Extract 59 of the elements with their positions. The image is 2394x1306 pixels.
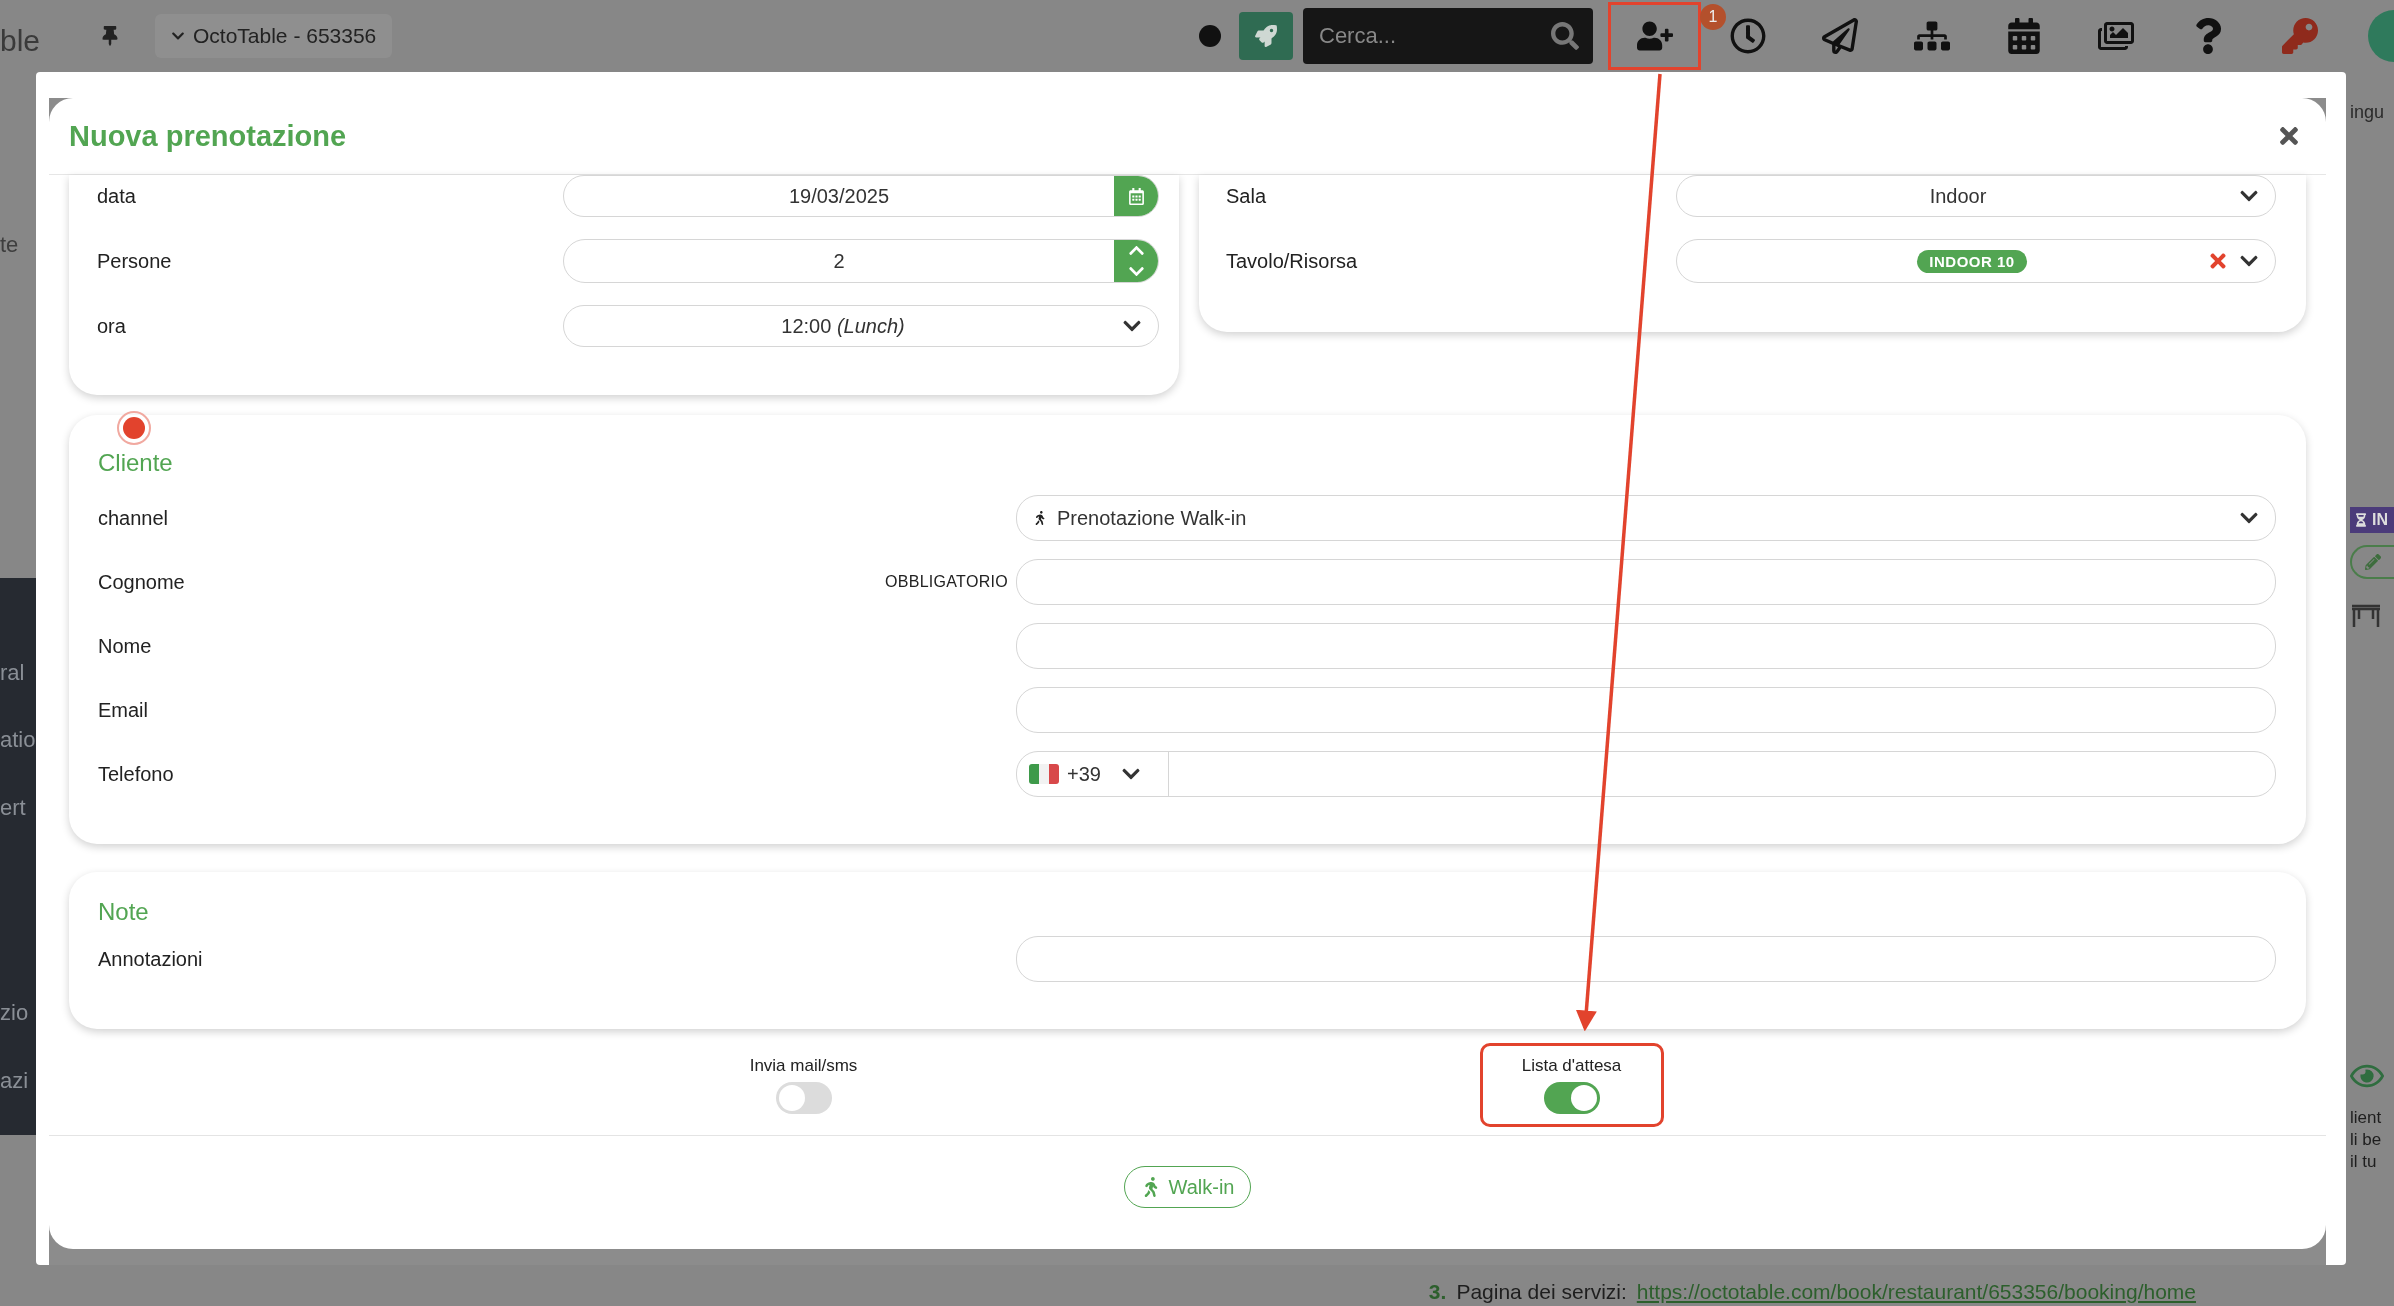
flag-icon <box>1029 764 1059 784</box>
field-label: Telefono <box>98 762 175 786</box>
input-field[interactable] <box>1016 623 2276 669</box>
calendar-icon <box>2006 18 2042 54</box>
restaurant-selector[interactable]: OctoTable - 653356 <box>155 14 393 58</box>
toggle-label: Lista d'attesa <box>1521 1056 1622 1076</box>
select-field[interactable]: Prenotazione Walk-in <box>1016 495 2276 541</box>
input-field[interactable] <box>1016 936 2276 982</box>
field-label: data <box>97 184 137 208</box>
field-label: ora <box>97 314 127 338</box>
field-label: Annotazioni <box>98 947 204 971</box>
paper-plane-icon <box>1822 18 1858 54</box>
list-number: 3. <box>1428 1280 1447 1304</box>
table-tag: INDOOR 10 <box>1917 249 2027 273</box>
section-title: Cliente <box>98 449 174 477</box>
pencil-icon <box>2365 554 2381 570</box>
section-title: Note <box>98 898 150 926</box>
field-label: Tavolo/Risorsa <box>1226 249 1359 273</box>
rocket-button[interactable] <box>1239 12 1293 60</box>
field-label: Persone <box>97 249 173 273</box>
search-field[interactable]: Cerca... <box>1303 8 1593 64</box>
country-code-select[interactable]: +39 <box>1017 752 1169 796</box>
record-indicator <box>117 411 151 445</box>
search-icon[interactable] <box>1551 22 1579 50</box>
field-label: Cognome <box>98 570 186 594</box>
panel-text: il tu <box>2350 1151 2378 1173</box>
walking-icon <box>1033 511 1047 525</box>
panel-heading: ingu <box>2350 102 2386 124</box>
rocket-icon <box>1255 25 1277 47</box>
clock-icon <box>1730 18 1766 54</box>
app-title: ble <box>0 24 42 58</box>
key-icon <box>2282 18 2318 54</box>
hourglass-icon <box>2356 513 2366 527</box>
field-label: channel <box>98 506 170 530</box>
calendar-button[interactable] <box>1114 176 1158 216</box>
clear-icon[interactable] <box>2207 250 2229 272</box>
input-field[interactable] <box>1016 687 2276 733</box>
input-field[interactable] <box>1016 559 2276 605</box>
toggle-switch[interactable] <box>1543 1082 1600 1114</box>
toggle-label: Invia mail/sms <box>749 1056 858 1076</box>
field-label: Email <box>98 698 149 722</box>
required-note: OBBLIGATORIO <box>884 573 1008 591</box>
panel-text: li be <box>2350 1129 2383 1151</box>
search-input[interactable]: Cerca... <box>1317 22 1543 50</box>
notification-badge: 1 <box>1700 4 1726 30</box>
list-label: Pagina dei servizi: <box>1456 1280 1627 1304</box>
field-label: Sala <box>1226 184 1268 208</box>
panel-text: lient <box>2350 1107 2383 1129</box>
sidebar-text: te <box>0 232 20 258</box>
toggle-switch[interactable] <box>775 1082 832 1114</box>
status-tag: IN <box>2350 507 2394 533</box>
phone-field[interactable]: +39 <box>1016 751 2276 797</box>
stepper-button[interactable] <box>1114 240 1158 282</box>
calendar-icon <box>1127 187 1145 205</box>
field-label: Nome <box>98 634 153 658</box>
add-user-button[interactable] <box>1608 2 1701 70</box>
table-icon <box>2350 603 2382 629</box>
dialog-title: Nuova prenotazione <box>69 119 347 153</box>
status-dot <box>1199 25 1221 47</box>
